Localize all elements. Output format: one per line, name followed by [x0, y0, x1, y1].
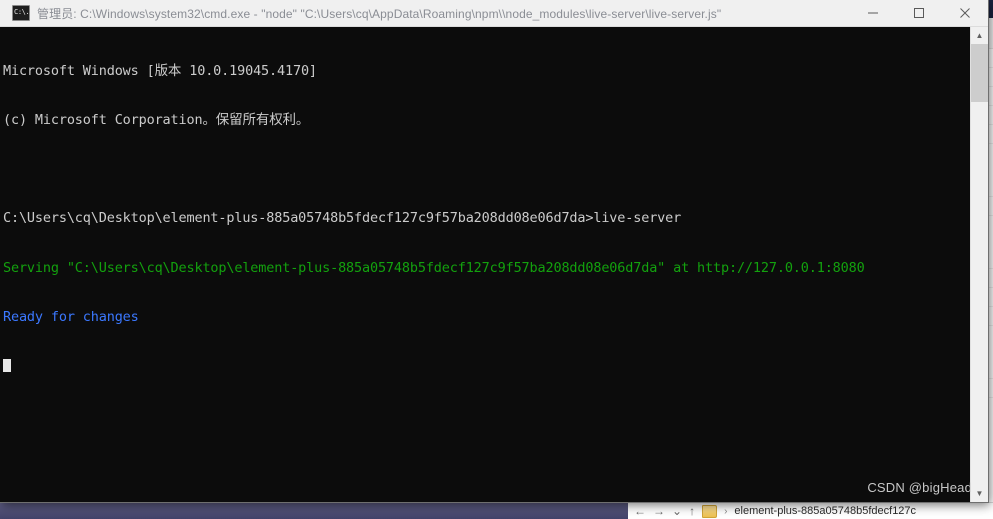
forward-icon[interactable]: →: [653, 505, 665, 517]
scrollbar-thumb[interactable]: [971, 44, 988, 102]
console-line-ready: Ready for changes: [3, 308, 139, 325]
text-caret: [3, 359, 11, 373]
console-caret-line: [3, 358, 970, 374]
maximize-icon: [914, 8, 924, 18]
console-line-serving: Serving "C:\Users\cq\Desktop\element-plu…: [3, 259, 865, 276]
up-icon[interactable]: ↑: [689, 505, 695, 517]
scroll-down-icon[interactable]: ▼: [971, 485, 988, 502]
console-scrollbar[interactable]: ▲ ▼: [970, 27, 988, 502]
cmd-window[interactable]: 管理员: C:\Windows\system32\cmd.exe - "node…: [0, 0, 988, 502]
breadcrumb[interactable]: element-plus-885a05748b5fdecf127c: [734, 505, 916, 517]
folder-icon: [702, 504, 718, 518]
console-output[interactable]: Microsoft Windows [版本 10.0.19045.4170] (…: [0, 27, 970, 502]
minimize-button[interactable]: [850, 0, 896, 26]
console-line-command: C:\Users\cq\Desktop\element-plus-885a057…: [3, 210, 682, 227]
title-bar[interactable]: 管理员: C:\Windows\system32\cmd.exe - "node…: [0, 0, 988, 27]
taskbar-segment: [322, 502, 549, 519]
window-body: Microsoft Windows [版本 10.0.19045.4170] (…: [0, 27, 988, 502]
window-title: 管理员: C:\Windows\system32\cmd.exe - "node…: [37, 6, 722, 21]
console-line: (c) Microsoft Corporation。保留所有权利。: [3, 112, 310, 129]
taskbar-segment: [278, 502, 323, 519]
chevron-down-icon[interactable]: ⌄: [672, 505, 682, 517]
scrollbar-track[interactable]: [971, 44, 988, 485]
cmd-icon: [12, 5, 30, 21]
scroll-up-icon[interactable]: ▲: [971, 27, 988, 44]
file-explorer-address-bar[interactable]: ← → ⌄ ↑ › element-plus-885a05748b5fdecf1…: [628, 502, 993, 519]
console-line: Microsoft Windows [版本 10.0.19045.4170]: [3, 62, 317, 79]
back-icon[interactable]: ←: [634, 505, 646, 517]
breadcrumb-separator: ›: [724, 505, 728, 517]
minimize-icon: [868, 12, 878, 14]
maximize-button[interactable]: [896, 0, 942, 26]
close-button[interactable]: [942, 0, 988, 26]
taskbar-segment: [0, 502, 119, 519]
close-icon: [960, 8, 970, 18]
taskbar-segment: [118, 502, 279, 519]
